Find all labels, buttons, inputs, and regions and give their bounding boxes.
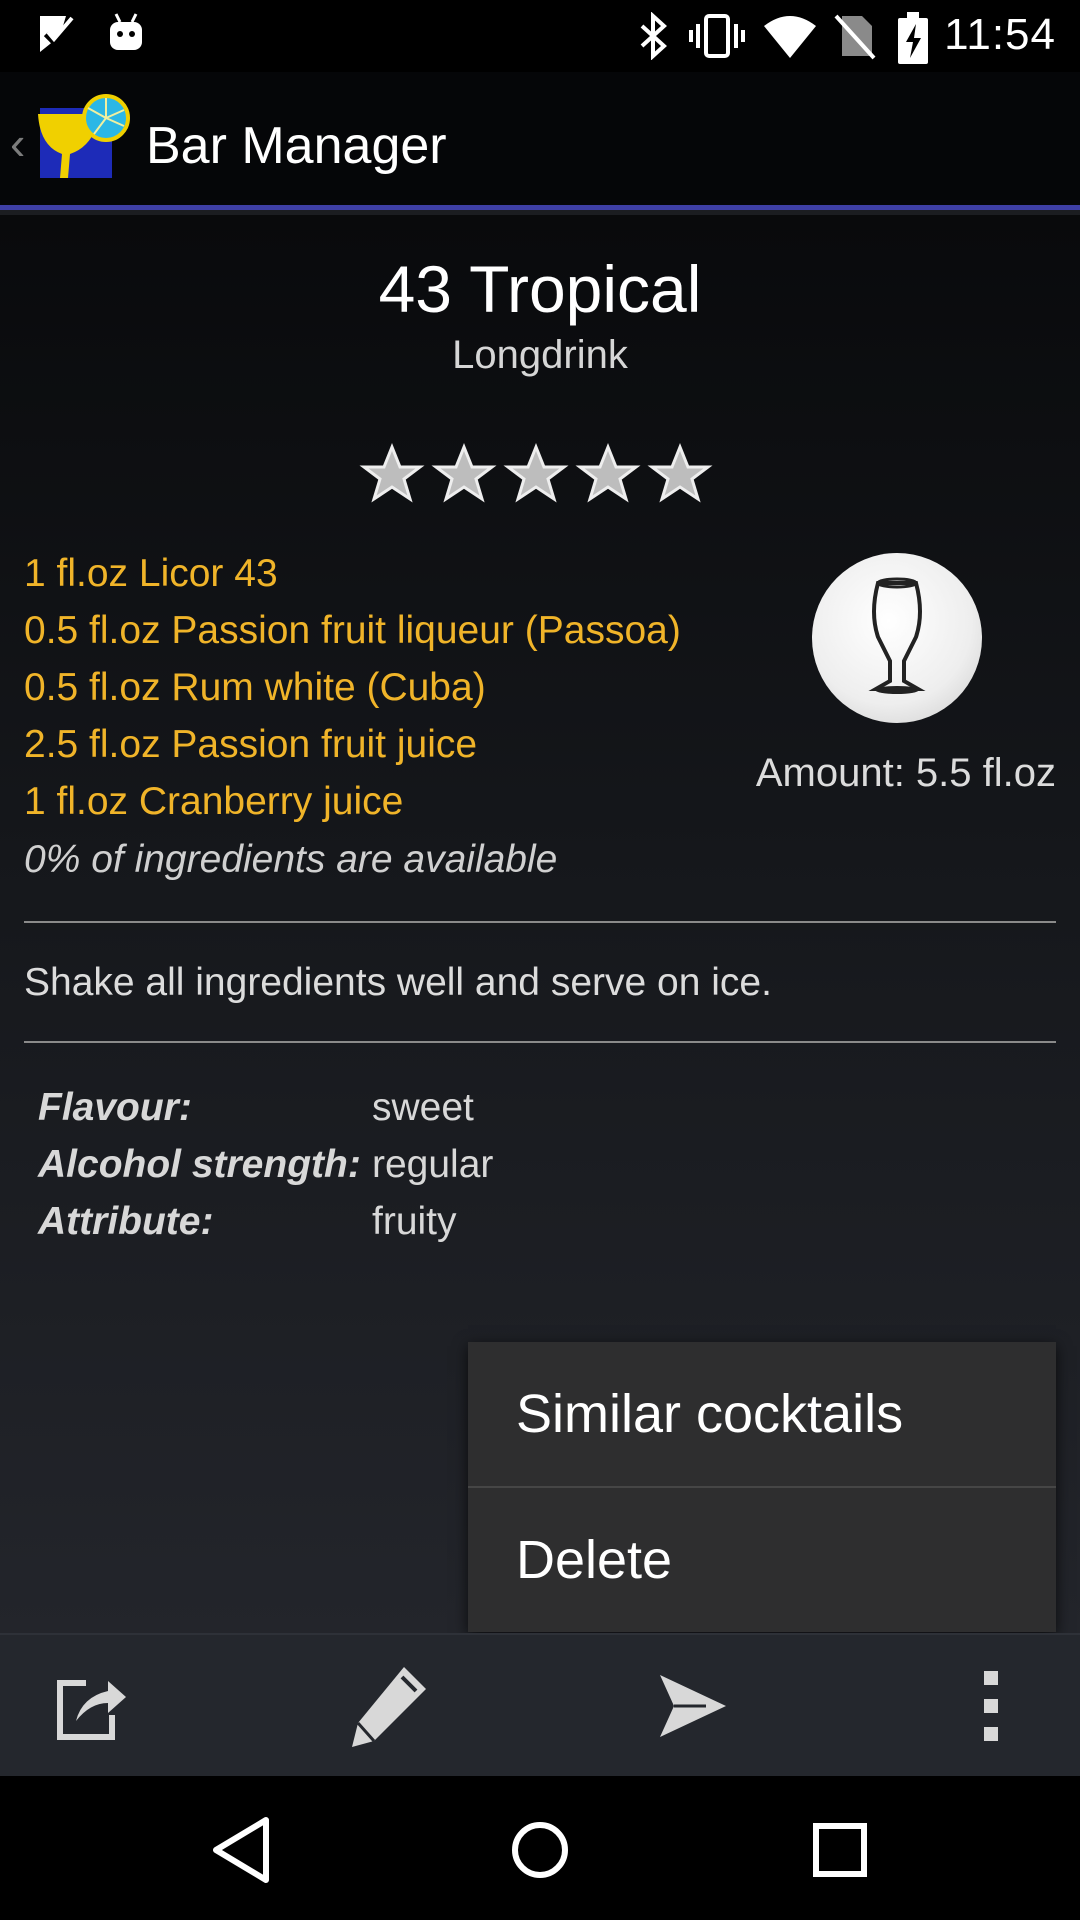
menu-item-similar-cocktails[interactable]: Similar cocktails (468, 1342, 1056, 1486)
property-value: fruity (372, 1199, 457, 1243)
amount-text: Amount: 5.5 fl.oz (755, 751, 1056, 795)
action-bar: ‹ Bar Manager (0, 72, 1080, 210)
bottom-toolbar (0, 1633, 1080, 1777)
property-label: Alcohol strength: (38, 1142, 361, 1186)
glass-image[interactable] (812, 553, 982, 723)
home-up-button[interactable]: ‹ (0, 72, 136, 205)
hurricane-glass-icon (868, 577, 926, 694)
recents-button[interactable] (802, 1812, 878, 1888)
bluetooth-icon (640, 12, 667, 60)
status-time: 11:54 (944, 10, 1056, 59)
ingredient-item[interactable]: 1 fl.oz Cranberry juice (24, 773, 681, 830)
properties-table: Flavour: sweet Alcohol strength: regular… (38, 1079, 493, 1250)
divider (24, 921, 1056, 923)
home-icon (512, 1822, 568, 1878)
ingredient-list: 1 fl.oz Licor 43 0.5 fl.oz Passion fruit… (24, 545, 681, 890)
star-icon (575, 442, 641, 503)
instructions-text: Shake all ingredients well and serve on … (24, 961, 772, 1004)
ingredient-item[interactable]: 1 fl.oz Licor 43 (24, 545, 681, 602)
property-value: regular (372, 1142, 494, 1186)
divider (24, 1041, 1056, 1043)
back-icon (213, 1817, 269, 1883)
home-button[interactable] (502, 1812, 578, 1888)
share-button[interactable] (46, 1661, 136, 1751)
share-icon (57, 1680, 126, 1740)
app-title: Bar Manager (146, 117, 447, 175)
property-label: Attribute: (38, 1199, 214, 1243)
battery-charging-icon (898, 12, 928, 64)
property-row: Alcohol strength: regular (38, 1136, 493, 1193)
star-icon (647, 442, 713, 503)
app-logo-icon (38, 94, 130, 178)
cocktail-type: Longdrink (452, 333, 628, 377)
edit-button[interactable] (344, 1661, 434, 1751)
menu-item-delete[interactable]: Delete (468, 1488, 1056, 1632)
rating-stars[interactable] (356, 435, 726, 505)
star-icon (431, 442, 497, 503)
cocktail-name: 43 Tropical (378, 252, 702, 326)
property-row: Attribute: fruity (38, 1193, 493, 1250)
action-bar-accent-line (0, 205, 1080, 210)
star-icon (359, 442, 425, 503)
check-notification-icon (40, 16, 75, 52)
overflow-menu-icon (984, 1671, 998, 1741)
send-button[interactable] (646, 1661, 736, 1751)
property-label: Flavour: (38, 1085, 192, 1129)
no-sim-icon (834, 14, 876, 60)
ingredient-item[interactable]: 0.5 fl.oz Rum white (Cuba) (24, 659, 681, 716)
navigation-bar (0, 1776, 1080, 1920)
star-icon (503, 442, 569, 503)
back-button[interactable] (206, 1812, 282, 1888)
vibrate-icon (689, 14, 745, 58)
send-icon (660, 1675, 726, 1737)
android-notification-icon (110, 13, 142, 50)
property-row: Flavour: sweet (38, 1079, 493, 1136)
ingredient-item[interactable]: 2.5 fl.oz Passion fruit juice (24, 716, 681, 773)
up-chevron-icon: ‹ (10, 117, 26, 169)
availability-text: 0% of ingredients are available (24, 838, 558, 881)
ingredient-item[interactable]: 0.5 fl.oz Passion fruit liqueur (Passoa) (24, 602, 681, 659)
overflow-menu-button[interactable] (946, 1661, 1036, 1751)
property-value: sweet (372, 1085, 474, 1129)
recents-icon (813, 1823, 867, 1877)
overflow-popup-menu: Similar cocktails Delete (468, 1342, 1056, 1632)
wifi-icon (764, 16, 816, 58)
edit-pencil-icon (352, 1667, 426, 1747)
status-bar: 11:54 (0, 0, 1080, 72)
